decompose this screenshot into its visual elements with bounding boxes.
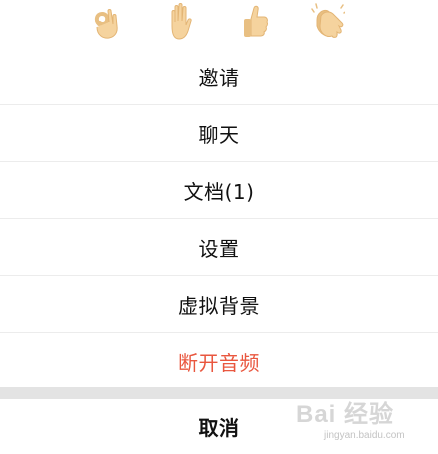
invite-button[interactable]: 邀请 [0, 48, 438, 105]
thumbs-up-icon [244, 5, 268, 37]
action-sheet: 邀请 聊天 文档(1) 设置 虚拟背景 断开音频 [0, 48, 438, 390]
virtual-background-label: 虚拟背景 [178, 293, 260, 318]
raised-hand-icon [171, 3, 192, 40]
documents-button[interactable]: 文档(1) [0, 162, 438, 219]
ok-hand-emoji-button[interactable] [81, 0, 131, 44]
settings-label: 设置 [198, 236, 240, 261]
clapping-hands-icon [311, 3, 345, 38]
cancel-label: 取消 [198, 416, 240, 440]
settings-button[interactable]: 设置 [0, 219, 438, 276]
section-divider [0, 387, 438, 399]
reaction-bar [0, 0, 438, 46]
disconnect-audio-label: 断开音频 [178, 351, 260, 375]
cancel-button[interactable]: 取消 [0, 399, 438, 454]
raised-hand-emoji-button[interactable] [155, 0, 205, 44]
virtual-background-button[interactable]: 虚拟背景 [0, 276, 438, 333]
thumbs-up-emoji-button[interactable] [229, 0, 279, 44]
invite-label: 邀请 [198, 65, 240, 90]
ok-hand-icon [94, 9, 118, 39]
chat-label: 聊天 [198, 122, 240, 147]
clapping-hands-emoji-button[interactable] [303, 0, 353, 44]
chat-button[interactable]: 聊天 [0, 105, 438, 162]
documents-label: 文档(1) [183, 179, 255, 204]
disconnect-audio-button[interactable]: 断开音频 [0, 333, 438, 390]
